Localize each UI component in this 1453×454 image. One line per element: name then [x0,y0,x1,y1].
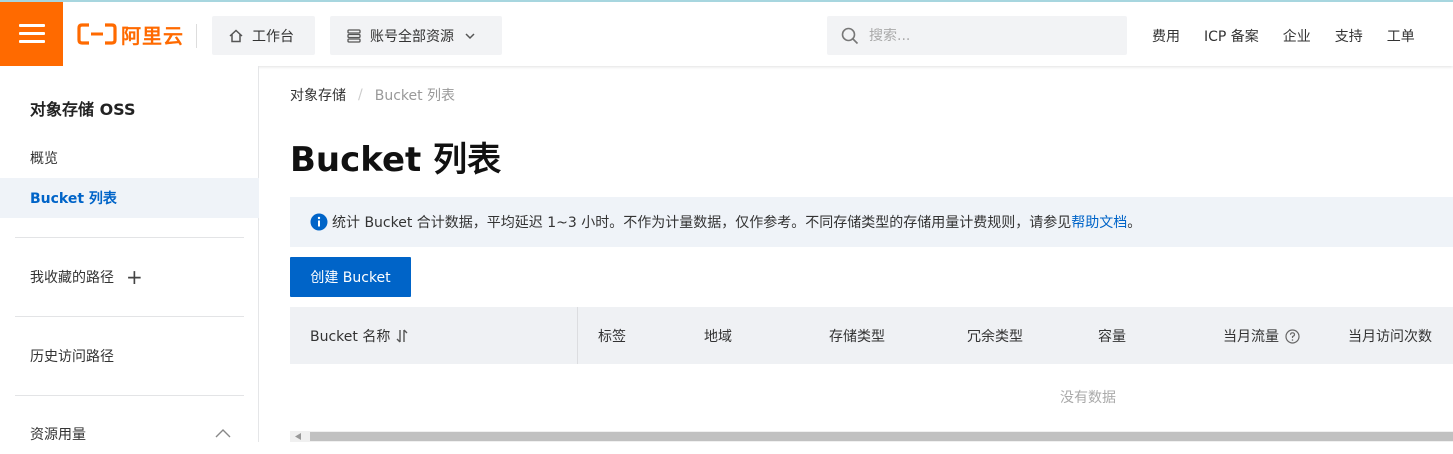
scroll-left-icon[interactable] [294,433,302,440]
workbench-label: 工作台 [252,28,294,45]
search-icon [841,27,859,44]
column-tags: 标签 [598,329,626,345]
hamburger-menu-button[interactable] [0,2,63,66]
info-icon [310,213,328,231]
page-title: Bucket 列表 [290,140,502,180]
column-divider[interactable] [577,307,578,364]
column-region: 地域 [704,329,732,345]
breadcrumb-separator: / [358,87,363,103]
sidebar-item-history[interactable]: 历史访问路径 [0,336,259,376]
table-header: Bucket 名称 标签 地域 存储类型 冗余类型 容量 当月流量 当月访问次数 [290,307,1453,364]
hamburger-icon [18,24,45,44]
add-favorite-icon[interactable]: + [126,265,143,289]
column-redundancy: 冗余类型 [967,329,1023,345]
scrollbar-thumb[interactable] [310,432,1453,441]
chevron-up-icon [215,429,231,438]
sidebar-title: 对象存储 OSS [30,100,136,119]
column-bucket-name[interactable]: Bucket 名称 [310,326,408,346]
notice-suffix: 。 [1127,215,1142,231]
breadcrumb: 对象存储 / Bucket 列表 [290,85,455,105]
nav-link-tickets[interactable]: 工单 [1387,26,1415,46]
notice-text: 统计 Bucket 合计数据，平均延迟 1~3 小时。不作为计量数据，仅作参考。… [332,215,1072,231]
sidebar-item-usage[interactable]: 资源用量 [0,414,259,454]
sidebar-item-label: 我收藏的路径 [30,270,114,286]
column-capacity: 容量 [1098,329,1126,345]
aliyun-logo[interactable]: 阿里云 [77,21,184,48]
sidebar-item-label: Bucket 列表 [30,191,117,207]
global-search[interactable] [827,16,1127,55]
account-resources-dropdown[interactable]: 账号全部资源 [330,16,502,55]
workbench-button[interactable]: 工作台 [212,16,315,55]
sidebar-item-label: 资源用量 [30,427,86,443]
breadcrumb-current: Bucket 列表 [374,88,456,104]
help-docs-link[interactable]: 帮助文档 [1071,212,1127,232]
sidebar-divider [15,237,244,238]
info-notice: 统计 Bucket 合计数据，平均延迟 1~3 小时。不作为计量数据，仅作参考。… [290,197,1453,247]
column-header-label: Bucket 名称 [310,329,391,345]
empty-state-text: 没有数据 [1060,390,1116,406]
column-monthly-traffic: 当月流量 [1223,326,1300,346]
resource-stack-icon [347,28,361,43]
sidebar-divider [15,316,244,317]
main-content: 对象存储 / Bucket 列表 Bucket 列表 统计 Bucket 合计数… [290,66,1453,442]
breadcrumb-oss-link[interactable]: 对象存储 [290,85,346,105]
header-nav-links: 费用 ICP 备案 企业 支持 工单 [1140,26,1427,46]
top-navbar: 阿里云 工作台 账号全部资源 费用 ICP 备案 企业 支持 工单 [0,0,1453,66]
create-bucket-button[interactable]: 创建 Bucket [290,257,411,297]
resources-label: 账号全部资源 [370,28,454,45]
help-icon[interactable] [1285,328,1300,344]
sidebar-item-label: 概览 [30,151,58,167]
logo-text: 阿里云 [121,23,184,48]
sort-icon[interactable] [396,329,408,343]
home-icon [229,28,243,42]
sidebar-item-favorites[interactable]: 我收藏的路径 + [0,257,259,297]
sidebar-item-bucket-list[interactable]: Bucket 列表 [0,178,259,218]
search-input[interactable] [869,27,1109,44]
nav-link-billing[interactable]: 费用 [1152,26,1180,46]
header-divider [196,24,197,48]
sidebar-item-overview[interactable]: 概览 [0,138,259,178]
chevron-down-icon [465,32,475,39]
sidebar-item-label: 历史访问路径 [30,349,114,365]
column-monthly-requests: 当月访问次数 [1348,329,1432,345]
bucket-table: Bucket 名称 标签 地域 存储类型 冗余类型 容量 当月流量 当月访问次数… [290,307,1453,442]
nav-link-icp[interactable]: ICP 备案 [1204,26,1259,46]
column-header-label: 当月流量 [1223,329,1279,345]
column-storage-class: 存储类型 [829,329,885,345]
horizontal-scrollbar[interactable] [290,431,1453,442]
aliyun-logo-icon [77,23,117,45]
sidebar: 对象存储 OSS 概览 Bucket 列表 我收藏的路径 + 历史访问路径 资源… [0,66,259,443]
nav-link-support[interactable]: 支持 [1335,26,1363,46]
sidebar-divider [15,395,244,396]
nav-link-enterprise[interactable]: 企业 [1283,26,1311,46]
